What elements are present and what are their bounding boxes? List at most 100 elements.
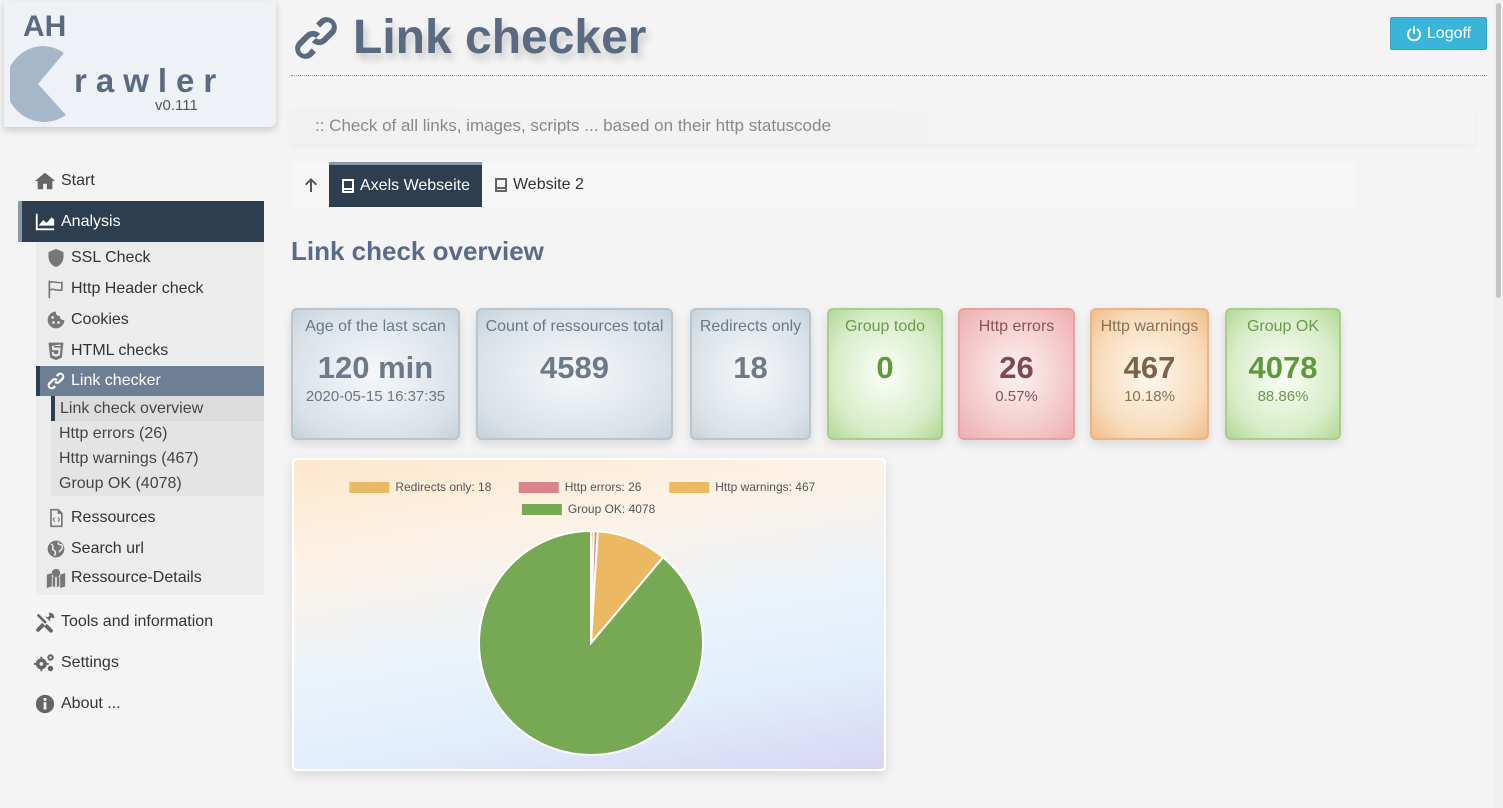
tile-value: 467 — [1123, 350, 1176, 385]
tile-http-warnings: Http warnings 467 10.18% — [1090, 308, 1209, 440]
sidebar-item-cookies[interactable]: Cookies — [36, 304, 264, 335]
app-version: v0.111 — [155, 97, 198, 114]
sidebar-item-label: Ressource-Details — [71, 568, 202, 586]
sidebar-item-label: Cookies — [71, 310, 129, 328]
pie-chart: Redirects only: 18 Http errors: 26 Http wa… — [349, 480, 816, 756]
app-logo[interactable]: AH rawler v0.111 — [4, 2, 276, 127]
sidebar-item-start[interactable]: Start — [18, 160, 264, 201]
shield-icon — [48, 248, 64, 267]
tile-resources-total: Count of ressources total 4589 — [476, 308, 673, 440]
pie-chart-card: Redirects only: 18 Http errors: 26 Http wa… — [292, 458, 886, 771]
link-icon — [47, 372, 65, 390]
legend-label: Group OK: 4078 — [568, 502, 656, 516]
tab-label: Website 2 — [512, 175, 584, 193]
tile-value: 4589 — [540, 350, 609, 385]
tile-group-ok: Group OK 4078 88.86% — [1225, 308, 1341, 440]
tile-value: 18 — [733, 350, 768, 385]
sidebar-item-label: Http Header check — [71, 279, 204, 297]
sidebar-item-label: Settings — [61, 653, 119, 671]
tile-http-errors: Http errors 26 0.57% — [958, 308, 1075, 440]
tile-group-todo: Group todo 0 — [827, 308, 943, 440]
html5-icon — [48, 342, 64, 360]
sidebar-item-label: Ressources — [71, 508, 156, 526]
legend-item[interactable]: Http warnings: 467 — [669, 480, 816, 494]
sidebar-item-ressource-details[interactable]: Ressource-Details — [36, 564, 264, 595]
tab-label: Axels Webseite — [360, 177, 470, 194]
analysis-submenu: SSL Check Http Header check Cookies HTML… — [36, 242, 264, 595]
map-marker-icon — [46, 568, 66, 588]
scrollbar-thumb[interactable] — [1496, 3, 1501, 298]
sidebar-item-tools[interactable]: Tools and information — [18, 601, 264, 642]
legend-swatch — [669, 482, 710, 493]
legend-item[interactable]: Http errors: 26 — [518, 480, 642, 494]
info-icon — [35, 694, 55, 713]
sidebar-item-link-check-overview[interactable]: Link check overview — [51, 396, 264, 421]
legend-item[interactable]: Group OK: 4078 — [521, 502, 656, 516]
tile-value: 120 min — [317, 350, 434, 385]
tile-redirects-only: Redirects only 18 — [690, 308, 811, 440]
sidebar-item-label: HTML checks — [71, 341, 169, 359]
logoff-label: Logoff — [1426, 24, 1472, 42]
sidebar-item-http-warnings[interactable]: Http warnings (467) — [51, 446, 264, 471]
home-icon — [34, 172, 56, 189]
sidebar-item-group-ok[interactable]: Group OK (4078) — [51, 471, 264, 496]
sidebar-item-label: Start — [61, 171, 95, 189]
tile-label: Group todo — [844, 318, 926, 335]
tile-label: Age of the last scan — [305, 318, 446, 335]
sidebar-item-label: Tools and information — [61, 612, 214, 630]
tools-icon — [36, 612, 55, 633]
page-subtitle: :: Check of all links, images, scripts .… — [290, 108, 1475, 144]
file-code-icon — [50, 508, 63, 527]
arrow-up-icon — [304, 177, 317, 192]
tab-website-2[interactable]: Website 2 — [482, 162, 596, 207]
book-icon — [342, 179, 354, 193]
sidebar-item-http-errors[interactable]: Http errors (26) — [51, 421, 264, 446]
tile-label: Http warnings — [1100, 318, 1199, 335]
sidebar-item-ssl-check[interactable]: SSL Check — [36, 242, 264, 273]
tile-label: Count of ressources total — [485, 318, 664, 335]
sidebar-item-link-checker[interactable]: Link checker — [36, 366, 264, 396]
tab-axels-webseite[interactable]: Axels Webseite — [329, 162, 482, 207]
flag-icon — [48, 280, 63, 298]
tile-label: Group OK — [1246, 318, 1320, 335]
power-icon — [1406, 25, 1421, 41]
up-button[interactable] — [292, 162, 329, 207]
pie-slice-group-ok[interactable] — [478, 529, 704, 756]
sidebar-item-analysis[interactable]: Analysis — [18, 201, 264, 242]
tile-label: Http errors — [978, 318, 1055, 335]
sidebar-item-label: Analysis — [61, 212, 121, 230]
sidebar-item-settings[interactable]: Settings — [18, 642, 264, 683]
sidebar-item-label: Link checker — [71, 372, 161, 389]
pacman-logo-icon — [10, 46, 66, 122]
logo-brand-top: AH — [23, 10, 67, 43]
sidebar-item-http-header-check[interactable]: Http Header check — [36, 273, 264, 304]
tile-sub: 10.18% — [1124, 388, 1175, 405]
sidebar-item-about[interactable]: About ... — [18, 683, 264, 724]
book-icon — [494, 177, 507, 192]
sidebar-nav: Start Analysis SSL Check Http Header che… — [18, 160, 264, 724]
sidebar-item-ressources[interactable]: Ressources — [36, 502, 264, 533]
chart-line-icon — [35, 213, 55, 230]
link-checker-submenu: Link check overview Http errors (26) Htt… — [51, 396, 264, 496]
logoff-button[interactable]: Logoff — [1390, 17, 1487, 50]
legend-label: Http errors: 26 — [565, 480, 642, 494]
title-divider — [291, 75, 1487, 76]
globe-icon — [47, 540, 65, 557]
tile-sub: 0.57% — [995, 388, 1038, 405]
sidebar-item-label: SSL Check — [71, 248, 151, 266]
tile-value: 0 — [876, 350, 894, 385]
cookie-icon — [47, 311, 65, 328]
cogs-icon — [34, 653, 54, 671]
link-icon — [295, 16, 337, 59]
sidebar-item-label: About ... — [61, 694, 121, 712]
legend-label: Http warnings: 467 — [715, 480, 815, 494]
legend-item[interactable]: Redirects only: 18 — [349, 480, 492, 494]
logo-brand-rest: rawler — [74, 62, 226, 99]
tile-sub: 2020-05-15 16:37:35 — [305, 388, 446, 405]
tile-label: Redirects only — [699, 318, 802, 335]
legend-swatch — [349, 482, 390, 493]
sidebar-item-search-url[interactable]: Search url — [36, 533, 264, 564]
legend-label: Redirects only: 18 — [395, 480, 491, 494]
page-title: Link checker — [291, 10, 646, 65]
sidebar-item-html-checks[interactable]: HTML checks — [36, 335, 264, 366]
